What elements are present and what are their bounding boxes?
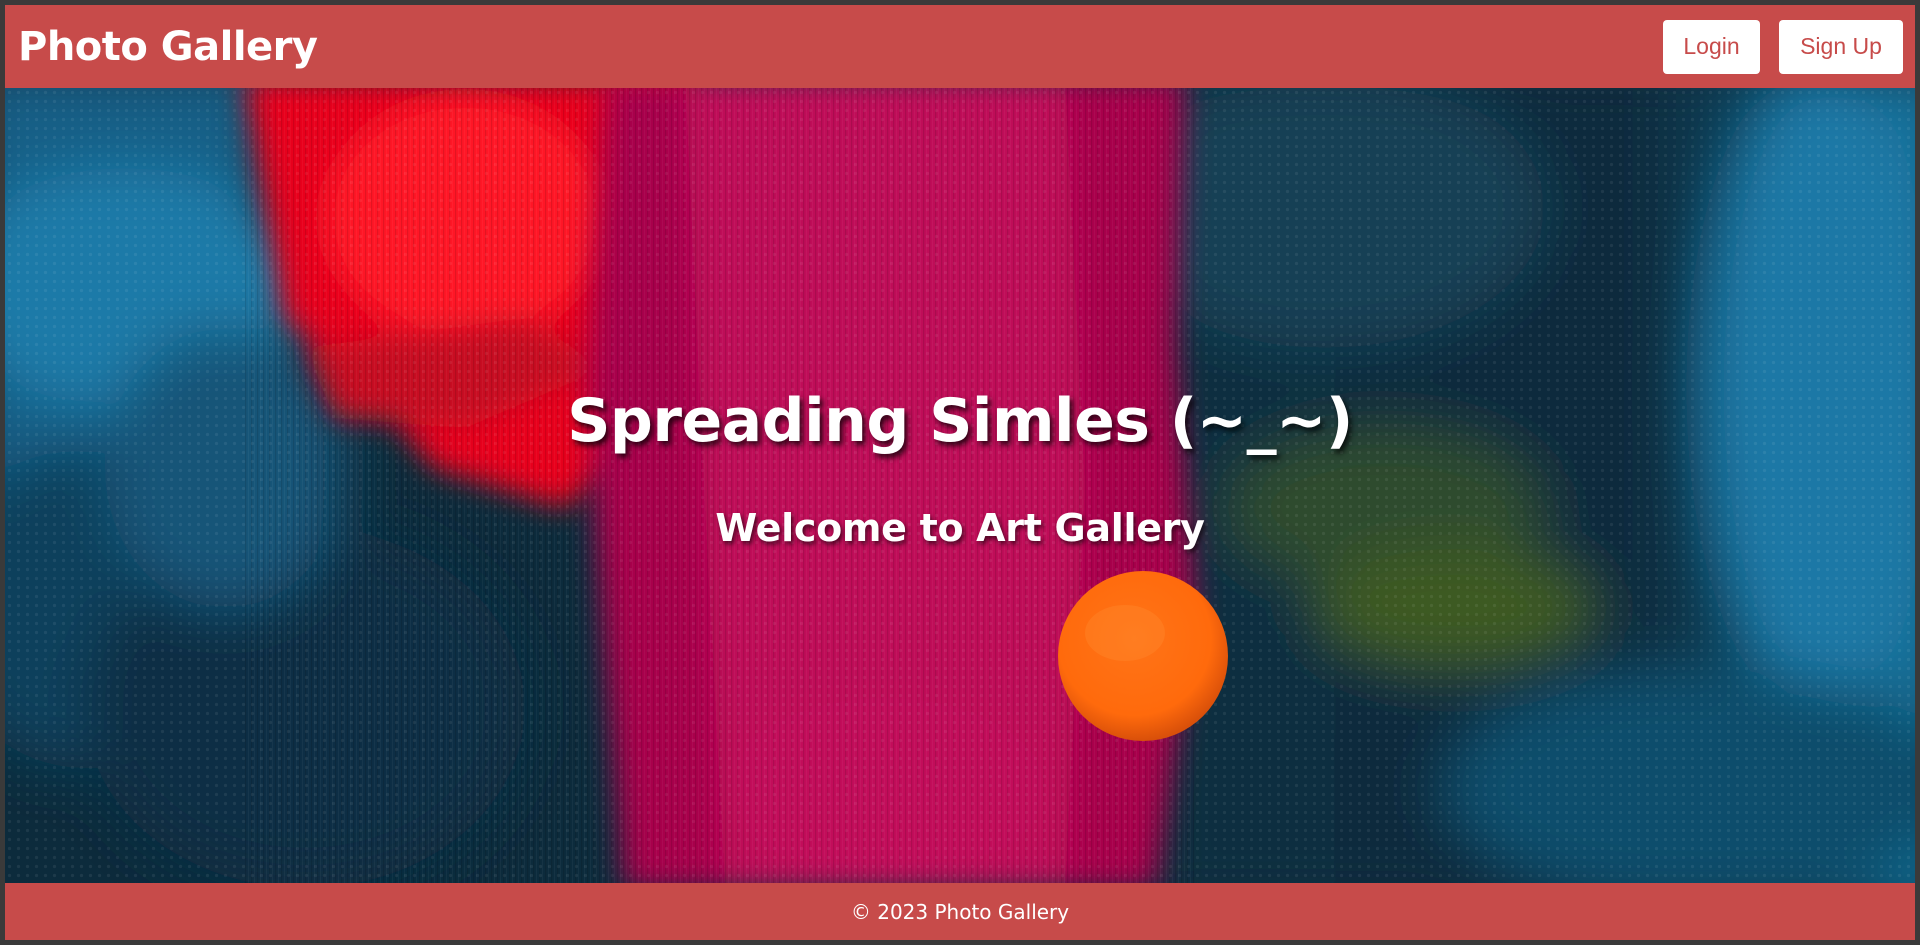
brand-logo[interactable]: Photo Gallery: [18, 24, 318, 70]
hero-section: Spreading Simles (~_~) Welcome to Art Ga…: [5, 88, 1915, 883]
footer-copyright: © 2023 Photo Gallery: [850, 899, 1070, 924]
signup-button[interactable]: Sign Up: [1779, 19, 1903, 74]
hero-title: Spreading Simles (~_~): [567, 386, 1353, 456]
page-frame: Photo Gallery Login Sign Up Spreading Si…: [5, 5, 1915, 940]
hero-subtitle: Welcome to Art Gallery: [715, 506, 1205, 550]
navbar: Photo Gallery Login Sign Up: [5, 5, 1915, 88]
login-button[interactable]: Login: [1663, 19, 1760, 74]
hero-content: Spreading Simles (~_~) Welcome to Art Ga…: [5, 88, 1915, 883]
nav-actions: Login Sign Up: [1663, 19, 1903, 74]
footer: © 2023 Photo Gallery: [5, 883, 1915, 940]
